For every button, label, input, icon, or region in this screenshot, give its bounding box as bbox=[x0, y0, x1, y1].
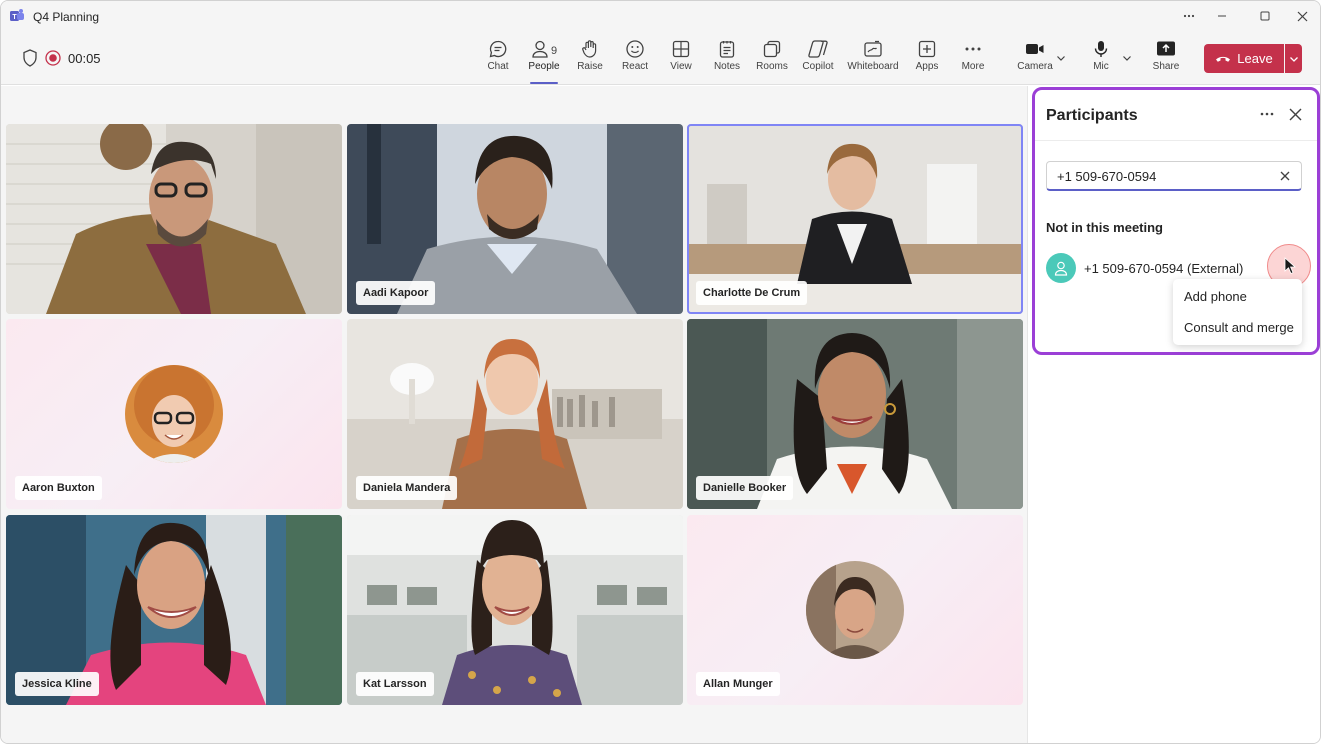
raise-label: Raise bbox=[577, 61, 603, 72]
teams-logo-icon: T bbox=[10, 9, 24, 21]
chat-button[interactable]: Chat bbox=[484, 39, 512, 79]
chat-label: Chat bbox=[487, 61, 509, 72]
panel-title: Participants bbox=[1046, 107, 1138, 124]
hang-up-icon bbox=[1216, 56, 1231, 62]
leave-options-button[interactable] bbox=[1285, 44, 1302, 73]
svg-text:T: T bbox=[12, 14, 17, 21]
participant-context-menu: Add phone Consult and merge bbox=[1173, 279, 1302, 345]
copilot-icon bbox=[808, 40, 828, 58]
rooms-button[interactable]: Rooms bbox=[756, 39, 788, 79]
people-count: 9 bbox=[551, 45, 558, 57]
participant-name: Aaron Buxton bbox=[15, 476, 102, 500]
chevron-down-icon bbox=[1289, 56, 1298, 62]
whiteboard-button[interactable]: Whiteboard bbox=[847, 39, 899, 79]
react-label: React bbox=[621, 61, 649, 72]
notes-button[interactable]: Notes bbox=[713, 39, 741, 79]
share-screen-icon bbox=[1157, 41, 1175, 56]
participant-tile[interactable] bbox=[6, 124, 342, 314]
apps-label: Apps bbox=[915, 61, 939, 72]
people-icon bbox=[532, 40, 548, 58]
participant-tile[interactable]: Allan Munger bbox=[687, 515, 1023, 705]
participant-tile[interactable]: Aadi Kapoor bbox=[347, 124, 683, 314]
participant-name: Charlotte De Crum bbox=[696, 281, 808, 305]
share-button[interactable]: Share bbox=[1152, 39, 1180, 79]
mouse-cursor-icon bbox=[1284, 257, 1297, 275]
mic-label: Mic bbox=[1093, 61, 1109, 72]
menu-item-add-phone[interactable]: Add phone bbox=[1184, 289, 1247, 304]
raise-hand-button[interactable]: Raise bbox=[576, 39, 604, 79]
smiley-icon bbox=[626, 40, 644, 58]
view-button[interactable]: View bbox=[667, 39, 695, 79]
participant-tile[interactable]: Kat Larsson bbox=[347, 515, 683, 705]
participant-video bbox=[6, 124, 342, 314]
minimize-icon[interactable] bbox=[1208, 5, 1236, 27]
section-label: Not in this meeting bbox=[1046, 220, 1163, 235]
person-avatar-icon bbox=[1046, 253, 1076, 283]
participant-tile[interactable]: Daniela Mandera bbox=[347, 319, 683, 509]
panel-more-options-icon[interactable] bbox=[1257, 104, 1277, 124]
microphone-icon bbox=[1094, 41, 1108, 57]
people-button[interactable]: 9 People bbox=[528, 39, 560, 79]
panel-close-icon[interactable] bbox=[1285, 104, 1305, 124]
search-value: +1 509-670-0594 bbox=[1057, 169, 1157, 184]
camera-button[interactable]: Camera bbox=[1017, 39, 1053, 79]
meeting-toolbar: 00:05 Chat 9 People Raise React View Not… bbox=[1, 31, 1320, 85]
participant-tile-selected[interactable]: Charlotte De Crum bbox=[687, 124, 1023, 314]
recording-icon bbox=[45, 50, 61, 66]
ellipsis-icon bbox=[965, 47, 981, 51]
participant-name: Daniela Mandera bbox=[356, 476, 458, 500]
chat-icon bbox=[489, 40, 507, 58]
copilot-label: Copilot bbox=[802, 61, 834, 72]
participant-name: Jessica Kline bbox=[15, 672, 99, 696]
share-label: Share bbox=[1152, 61, 1180, 72]
grid-view-icon bbox=[672, 40, 690, 58]
teams-meeting-window: T Q4 Planning 00:05 Chat 9 People Raise … bbox=[0, 0, 1321, 744]
notes-label: Notes bbox=[713, 61, 741, 72]
leave-button[interactable]: Leave bbox=[1204, 44, 1284, 73]
participant-search-input[interactable]: +1 509-670-0594 bbox=[1046, 161, 1302, 191]
camera-icon bbox=[1026, 44, 1044, 54]
participant-name: Kat Larsson bbox=[356, 672, 434, 696]
react-button[interactable]: React bbox=[621, 39, 649, 79]
participant-avatar bbox=[125, 365, 223, 463]
apps-button[interactable]: Apps bbox=[913, 39, 941, 79]
maximize-icon[interactable] bbox=[1251, 5, 1279, 27]
rooms-label: Rooms bbox=[756, 61, 788, 72]
window-title: Q4 Planning bbox=[33, 10, 100, 24]
camera-label: Camera bbox=[1017, 61, 1053, 72]
whiteboard-label: Whiteboard bbox=[847, 61, 899, 72]
mic-button[interactable]: Mic bbox=[1089, 39, 1113, 79]
close-window-icon[interactable] bbox=[1288, 5, 1316, 27]
panel-divider bbox=[1035, 140, 1317, 141]
more-options-icon[interactable] bbox=[1175, 5, 1203, 27]
copilot-button[interactable]: Copilot bbox=[802, 39, 834, 79]
participant-tile[interactable]: Danielle Booker bbox=[687, 319, 1023, 509]
person-name: +1 509-670-0594 (External) bbox=[1084, 261, 1244, 276]
leave-label: Leave bbox=[1237, 51, 1273, 66]
more-label: More bbox=[961, 61, 985, 72]
rooms-icon bbox=[763, 40, 781, 58]
participant-tile[interactable]: Aaron Buxton bbox=[6, 319, 342, 509]
participant-name: Aadi Kapoor bbox=[356, 281, 436, 305]
menu-item-consult-and-merge[interactable]: Consult and merge bbox=[1184, 320, 1294, 335]
camera-options-chevron-icon[interactable] bbox=[1056, 53, 1066, 63]
notes-icon bbox=[719, 41, 735, 58]
shield-icon[interactable] bbox=[22, 49, 38, 67]
more-button[interactable]: More bbox=[959, 39, 987, 79]
meeting-timer: 00:05 bbox=[68, 51, 101, 66]
participant-name: Danielle Booker bbox=[696, 476, 794, 500]
hand-icon bbox=[582, 40, 597, 58]
participant-avatar bbox=[806, 561, 904, 659]
participant-tile[interactable]: Jessica Kline bbox=[6, 515, 342, 705]
mic-options-chevron-icon[interactable] bbox=[1122, 53, 1132, 63]
participant-name: Allan Munger bbox=[696, 672, 780, 696]
title-bar: T Q4 Planning bbox=[1, 1, 1320, 31]
people-label: People bbox=[528, 61, 560, 72]
view-label: View bbox=[670, 61, 692, 72]
clear-search-icon[interactable] bbox=[1279, 170, 1291, 182]
whiteboard-icon bbox=[864, 40, 882, 57]
add-apps-icon bbox=[918, 40, 936, 58]
